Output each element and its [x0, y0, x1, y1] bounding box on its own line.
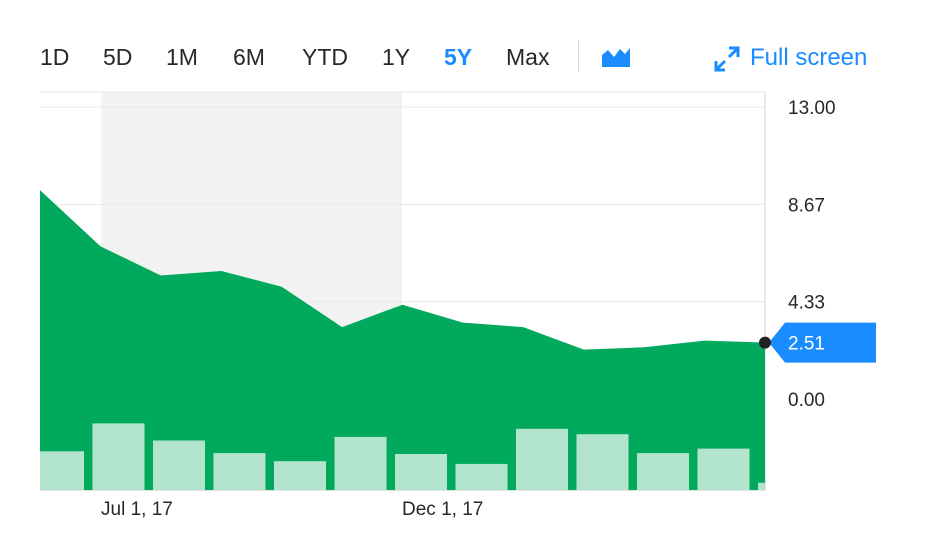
- current-price-label: 2.51: [788, 334, 825, 355]
- volume-bar-overlay: [395, 454, 447, 490]
- y-tick-label: 0.00: [788, 390, 825, 411]
- y-tick-label: 13.00: [788, 98, 836, 119]
- y-tick-label: 8.67: [788, 195, 825, 216]
- volume-bar-overlay: [274, 461, 326, 490]
- volume-bar-overlay: [153, 440, 205, 490]
- volume-bar-overlay: [516, 428, 568, 490]
- volume-bar-overlay: [455, 463, 508, 490]
- volume-bar-overlay: [92, 423, 145, 490]
- volume-bar-overlay: [334, 436, 387, 490]
- y-tick-label: 4.33: [788, 293, 825, 314]
- volume-bar-overlay: [758, 482, 765, 490]
- volume-bar-overlay: [213, 453, 266, 490]
- volume-bar-overlay: [40, 451, 84, 490]
- volume-bar-overlay: [697, 448, 750, 490]
- current-price-dot: [759, 336, 771, 349]
- price-chart[interactable]: 13.00 8.67 4.33 0.00 Jul 1, 17 Dec 1, 17 2.51: [0, 0, 948, 554]
- volume-bar-overlay: [637, 453, 689, 490]
- x-tick-label: Jul 1, 17: [101, 499, 173, 520]
- volume-bar-overlay: [576, 434, 629, 490]
- x-tick-label: Dec 1, 17: [402, 499, 483, 520]
